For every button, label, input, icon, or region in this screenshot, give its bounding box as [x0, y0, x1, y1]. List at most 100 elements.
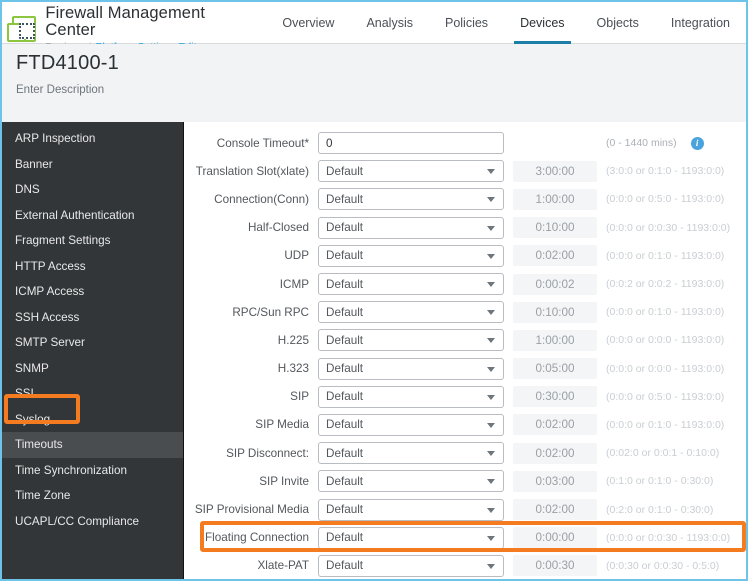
- sidebar-item-dns[interactable]: DNS: [2, 177, 183, 203]
- select-sip-provisional-media[interactable]: Default: [318, 498, 504, 521]
- chevron-down-icon[interactable]: [487, 563, 495, 569]
- chevron-down-icon[interactable]: [487, 535, 495, 541]
- sidebar-item-fragment-settings[interactable]: Fragment Settings: [2, 228, 183, 254]
- chevron-down-icon[interactable]: [487, 479, 495, 485]
- value-translation-slot-xlate: 3:00:00: [513, 160, 597, 182]
- sidebar-item-smtp-server[interactable]: SMTP Server: [2, 330, 183, 356]
- sidebar-item-time-synchronization[interactable]: Time Synchronization: [2, 458, 183, 484]
- control-wrap-rpc-sun-rpc: Default: [318, 301, 504, 324]
- nav-tab-integration[interactable]: Integration: [655, 2, 746, 44]
- select-sip[interactable]: Default: [318, 385, 504, 408]
- select-value-xlate-pat: Default: [326, 559, 364, 573]
- nav-tab-analysis[interactable]: Analysis: [350, 2, 429, 44]
- select-value-udp: Default: [326, 249, 364, 263]
- select-value-sip: Default: [326, 390, 364, 404]
- top-navigation-bar: Firewall Management Center Devices / Pla…: [2, 2, 746, 52]
- select-value-h-225: Default: [326, 333, 364, 347]
- select-value-sip-media: Default: [326, 418, 364, 432]
- value-console-timeout: [513, 133, 597, 154]
- select-value-h-323: Default: [326, 362, 364, 376]
- input-console-timeout[interactable]: 0: [318, 132, 504, 155]
- select-h-225[interactable]: Default: [318, 329, 504, 352]
- hint-h-225: (0:0:0 or 0:0:0 - 1193:0:0): [606, 334, 724, 346]
- label-connection-conn: Connection(Conn): [214, 192, 309, 206]
- info-circle-icon[interactable]: i: [690, 136, 704, 150]
- hint-text-connection-conn: (0:0:0 or 0:5:0 - 1193:0:0): [606, 193, 725, 206]
- select-icmp[interactable]: Default: [318, 273, 504, 296]
- sidebar-item-ucapl-cc-compliance[interactable]: UCAPL/CC Compliance: [2, 509, 183, 535]
- select-rpc-sun-rpc[interactable]: Default: [318, 301, 504, 324]
- chevron-down-icon[interactable]: [487, 366, 495, 372]
- nav-tab-devices[interactable]: Devices: [504, 2, 580, 44]
- sidebar-item-timeouts[interactable]: Timeouts: [2, 432, 183, 458]
- sidebar-item-banner[interactable]: Banner: [2, 152, 183, 178]
- sidebar-item-time-zone[interactable]: Time Zone: [2, 483, 183, 509]
- nav-tab-objects[interactable]: Objects: [581, 2, 655, 44]
- chevron-down-icon[interactable]: [487, 507, 495, 513]
- value-half-closed: 0:10:00: [513, 217, 597, 239]
- select-value-translation-slot-xlate: Default: [326, 164, 364, 178]
- chevron-down-icon[interactable]: [487, 394, 495, 400]
- hint-half-closed: (0:0:0 or 0:0:30 - 1193:0:0): [606, 222, 730, 234]
- sidebar-item-syslog[interactable]: Syslog: [2, 407, 183, 433]
- sidebar-item-snmp[interactable]: SNMP: [2, 356, 183, 382]
- control-wrap-floating-connection: Default: [318, 526, 504, 549]
- hint-icmp: (0:0:2 or 0:0:2 - 1193:0:0): [606, 278, 724, 290]
- chevron-down-icon[interactable]: [487, 225, 495, 231]
- form-row-sip-disconnect: SIP Disconnect: Default 0:02:00 (0:02:0 or …: [185, 439, 746, 467]
- sidebar-item-ssl[interactable]: SSL: [2, 381, 183, 407]
- select-sip-invite[interactable]: Default: [318, 470, 504, 493]
- select-translation-slot-xlate[interactable]: Default: [318, 160, 504, 183]
- select-h-323[interactable]: Default: [318, 357, 504, 380]
- hint-text-half-closed: (0:0:0 or 0:0:30 - 1193:0:0): [606, 221, 731, 234]
- select-sip-disconnect[interactable]: Default: [318, 442, 504, 465]
- description-field[interactable]: Enter Description: [16, 84, 746, 96]
- value-sip: 0:30:00: [513, 386, 597, 408]
- nav-tab-overview[interactable]: Overview: [266, 2, 350, 44]
- select-floating-connection[interactable]: Default: [318, 526, 504, 549]
- select-connection-conn[interactable]: Default: [318, 188, 504, 211]
- fmc-chip-logo-icon: [6, 15, 37, 42]
- select-value-sip-disconnect: Default: [326, 446, 364, 460]
- select-sip-media[interactable]: Default: [318, 413, 504, 436]
- value-floating-connection: 0:00:00: [513, 527, 597, 549]
- label-half-closed: Half-Closed: [247, 221, 309, 235]
- control-wrap-translation-slot-xlate: Default: [318, 160, 504, 183]
- select-xlate-pat[interactable]: Default: [318, 554, 504, 577]
- chevron-down-icon[interactable]: [487, 253, 495, 259]
- hint-sip-provisional-media: (0:2:0 or 0:1:0 - 0:30:0): [606, 504, 713, 516]
- label-sip: SIP: [290, 390, 309, 404]
- value-sip-disconnect: 0:02:00: [513, 442, 597, 464]
- chevron-down-icon[interactable]: [487, 310, 495, 316]
- control-wrap-h-323: Default: [318, 357, 504, 380]
- sidebar-item-external-authentication[interactable]: External Authentication: [2, 203, 183, 229]
- form-row-h-323: H.323 Default 0:05:00 (0:0:0 or 0:0:0 - 119…: [185, 355, 746, 383]
- sidebar-item-icmp-access[interactable]: ICMP Access: [2, 279, 183, 305]
- chevron-down-icon[interactable]: [487, 451, 495, 457]
- fmc-window: Firewall Management Center Devices / Pla…: [0, 0, 748, 581]
- chevron-down-icon[interactable]: [487, 169, 495, 175]
- select-udp[interactable]: Default: [318, 244, 504, 267]
- select-half-closed[interactable]: Default: [318, 216, 504, 239]
- sidebar-item-http-access[interactable]: HTTP Access: [2, 254, 183, 280]
- hint-text-translation-slot-xlate: (3:0:0 or 0:1:0 - 1193:0:0): [606, 165, 725, 178]
- chevron-down-icon[interactable]: [487, 422, 495, 428]
- select-value-icmp: Default: [326, 277, 364, 291]
- select-value-connection-conn: Default: [326, 192, 364, 206]
- hint-text-h-225: (0:0:0 or 0:0:0 - 1193:0:0): [606, 334, 725, 347]
- hint-translation-slot-xlate: (3:0:0 or 0:1:0 - 1193:0:0): [606, 165, 724, 177]
- chevron-down-icon[interactable]: [487, 282, 495, 288]
- hint-text-floating-connection: (0:0:0 or 0:0:30 - 1193:0:0): [606, 531, 731, 544]
- sidebar-item-arp-inspection[interactable]: ARP Inspection: [2, 126, 183, 152]
- label-xlate-pat: Xlate-PAT: [257, 559, 309, 573]
- chevron-down-icon[interactable]: [487, 338, 495, 344]
- nav-tab-policies[interactable]: Policies: [429, 2, 504, 44]
- page-header: FTD4100-1 Enter Description: [2, 44, 746, 122]
- control-wrap-sip-provisional-media: Default: [318, 498, 504, 521]
- settings-sidebar: ARP Inspection Banner DNS External Authenti…: [2, 122, 184, 579]
- label-rpc-sun-rpc: RPC/Sun RPC: [232, 305, 309, 319]
- sidebar-item-ssh-access[interactable]: SSH Access: [2, 305, 183, 331]
- chevron-down-icon[interactable]: [487, 197, 495, 203]
- form-row-xlate-pat: Xlate-PAT Default 0:00:30 (0:0:30 or 0:0:30…: [185, 552, 746, 579]
- hint-connection-conn: (0:0:0 or 0:5:0 - 1193:0:0): [606, 193, 724, 205]
